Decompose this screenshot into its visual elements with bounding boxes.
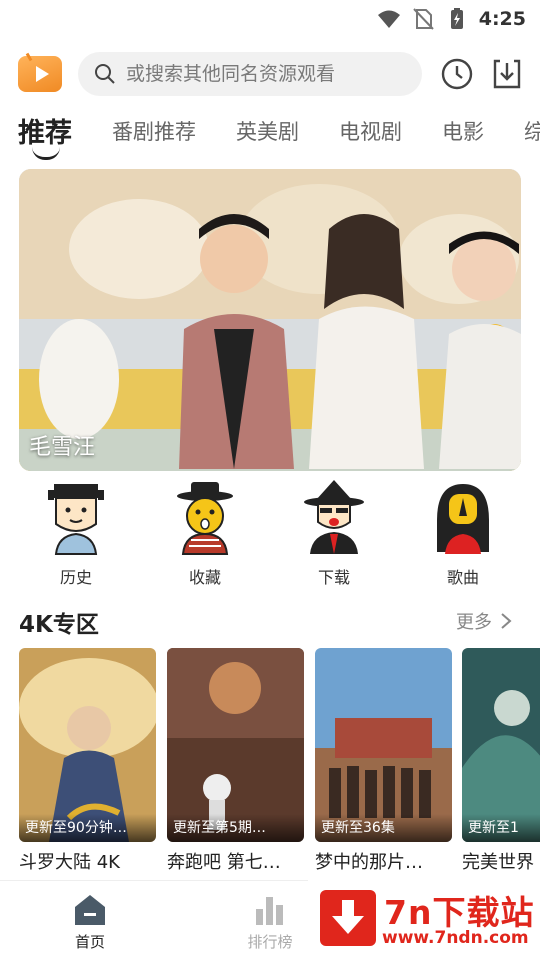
tab-recommend[interactable]: 推荐 (18, 111, 72, 160)
watermark-url: www.7ndn.com (382, 928, 529, 948)
quick-nav-favorites-label: 收藏 (188, 568, 221, 587)
quick-nav-songs-label: 歌曲 (446, 568, 479, 587)
poster-title: 斗罗大陆 4K (19, 852, 120, 873)
battery-charging-icon (450, 8, 463, 29)
quick-nav-songs[interactable]: 歌曲 (413, 480, 513, 588)
quick-nav-download[interactable]: 下载 (284, 480, 384, 588)
poster-image: 更新至1 (462, 648, 540, 842)
songs-character-icon (437, 484, 489, 554)
quick-nav-download-label: 下载 (317, 568, 350, 587)
search-input[interactable] (126, 63, 416, 85)
poster-title: 梦中的那片… (315, 852, 423, 873)
history-clock-icon[interactable] (440, 57, 474, 91)
section-4k-more-button[interactable]: 更多 (456, 608, 512, 634)
nav-home-label: 首页 (74, 933, 105, 951)
watermark-title: 7n下载站 (384, 893, 535, 932)
poster-title: 奔跑吧 第七… (167, 852, 281, 873)
quick-nav: 历史 收藏 下载 歌曲 (0, 480, 540, 590)
wifi-icon (377, 10, 400, 28)
poster-card[interactable]: 更新至90分钟… 斗罗大陆 4K (19, 648, 156, 874)
poster-update-badge: 更新至第5期… (167, 814, 304, 842)
no-sim-icon (413, 8, 434, 30)
clock-time: 4:25 (478, 8, 526, 30)
home-icon (75, 895, 105, 925)
tab-anime[interactable]: 番剧推荐 (112, 116, 196, 160)
poster-image: 更新至90分钟… (19, 648, 156, 842)
poster-card[interactable]: 更新至1 完美世界 (462, 648, 540, 874)
poster-title: 完美世界 (462, 852, 534, 873)
nav-ranking[interactable]: 排行榜 (230, 893, 310, 952)
tab-tv-series[interactable]: 电视剧 (339, 116, 402, 160)
poster-update-badge: 更新至90分钟… (19, 814, 156, 842)
poster-update-badge: 更新至1 (462, 814, 540, 842)
featured-banner[interactable]: 毛雪汪 (19, 169, 521, 471)
poster-update-badge: 更新至36集 (315, 814, 452, 842)
tab-us-uk-series[interactable]: 英美剧 (236, 116, 299, 160)
site-watermark: 7n下载站 www.7ndn.com (308, 880, 540, 960)
poster-image: 更新至36集 (315, 648, 452, 842)
more-label: 更多 (456, 612, 492, 633)
app-logo-icon[interactable] (18, 56, 62, 92)
download-icon[interactable] (490, 57, 524, 91)
quick-nav-history-label: 历史 (59, 568, 92, 587)
tab-variety[interactable]: 综 (524, 116, 540, 160)
tab-movies[interactable]: 电影 (442, 116, 484, 160)
category-tabs: 推荐 番剧推荐 英美剧 电视剧 电影 综 (18, 108, 540, 160)
search-icon (95, 64, 115, 84)
poster-card[interactable]: 更新至第5期… 奔跑吧 第七… (167, 648, 304, 874)
status-bar: 4:25 (0, 0, 540, 38)
watermark-logo-icon (320, 890, 376, 946)
ranking-bar-icon (256, 897, 283, 925)
app-header (18, 50, 528, 98)
chevron-right-icon (501, 613, 512, 629)
favorites-character-icon (177, 482, 233, 555)
section-4k-list: 更新至90分钟… 斗罗大陆 4K 更新至第5期… 奔跑吧 第七… 更新至36集 … (19, 648, 540, 878)
search-bar[interactable] (78, 52, 422, 96)
banner-image (19, 169, 521, 471)
quick-nav-favorites[interactable]: 收藏 (155, 480, 255, 588)
section-4k-title: 4K专区 (19, 612, 99, 638)
poster-card[interactable]: 更新至36集 梦中的那片… (315, 648, 452, 874)
nav-ranking-label: 排行榜 (247, 933, 293, 951)
quick-nav-history[interactable]: 历史 (26, 480, 126, 588)
banner-caption: 毛雪汪 (29, 435, 96, 460)
download-character-icon (304, 480, 364, 554)
poster-image: 更新至第5期… (167, 648, 304, 842)
nav-home[interactable]: 首页 (50, 893, 130, 952)
history-character-icon (48, 484, 104, 555)
